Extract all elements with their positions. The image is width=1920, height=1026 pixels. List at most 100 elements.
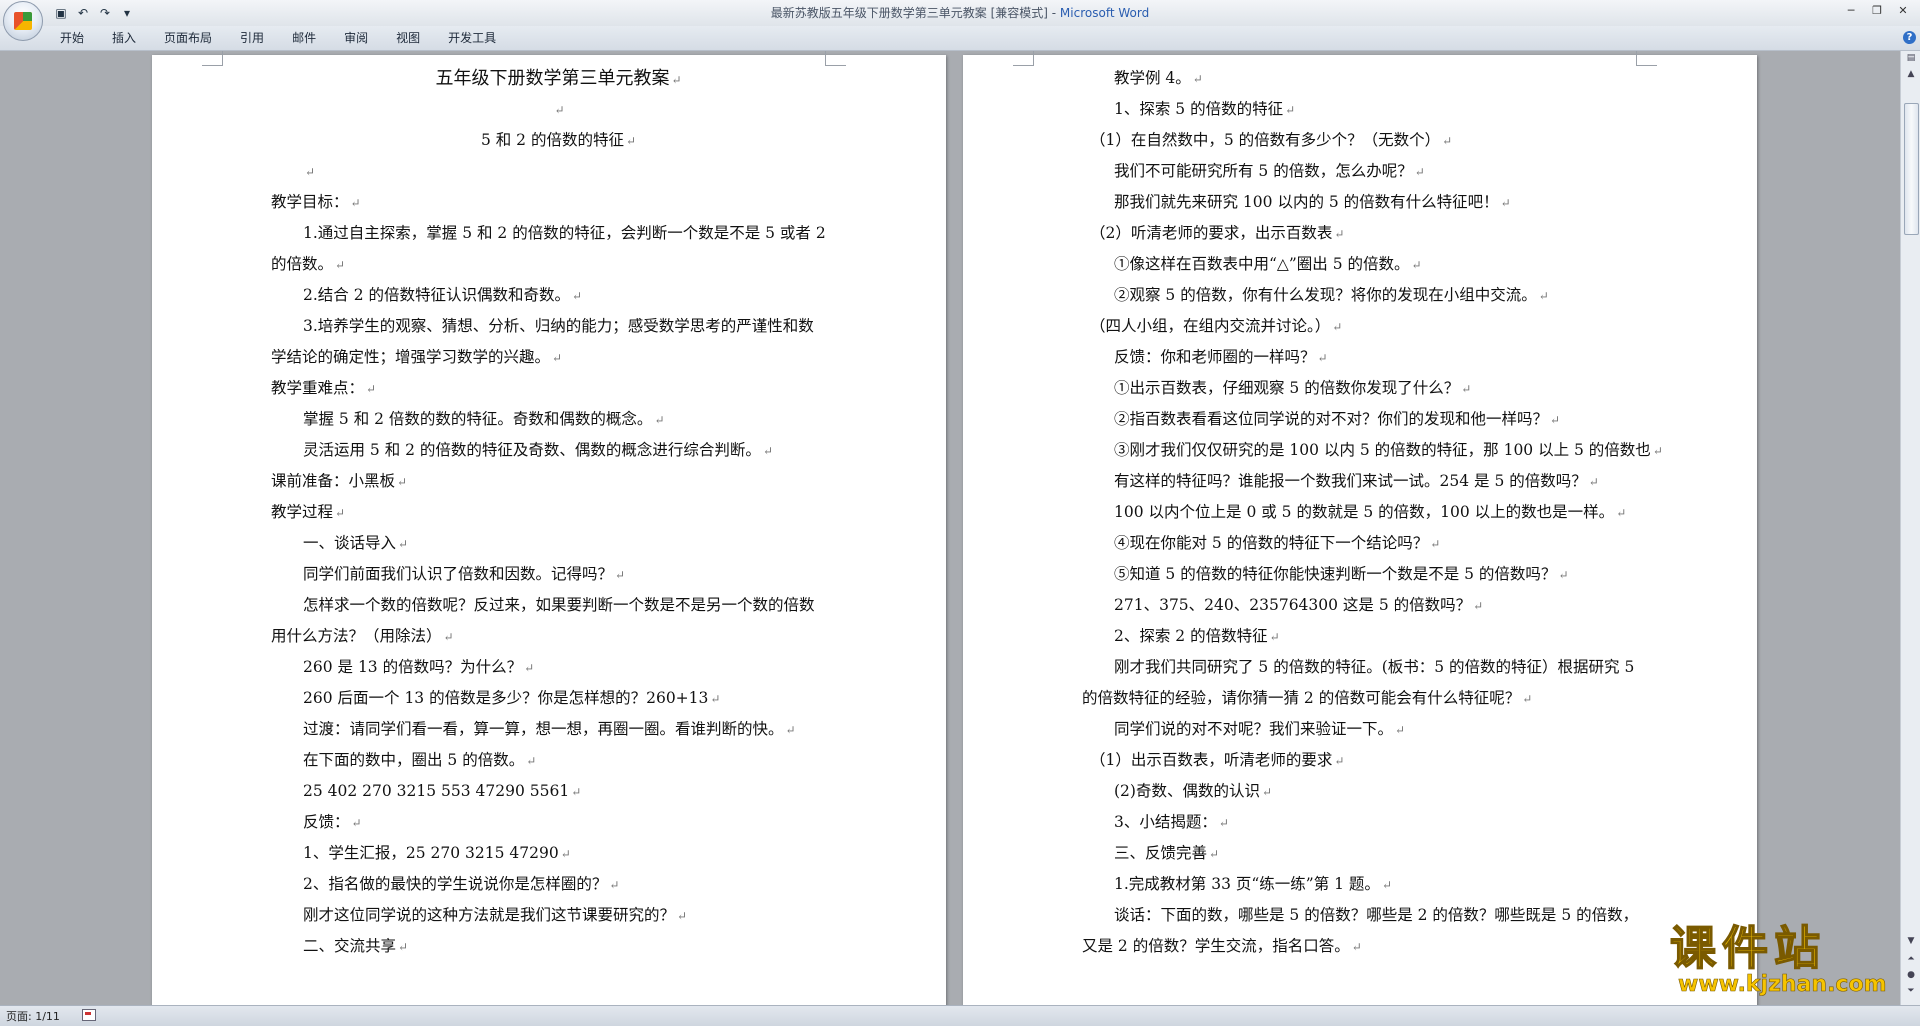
paragraph[interactable]: 三、反馈完善 ↵ (1082, 838, 1657, 869)
paragraph[interactable]: （四人小组，在组内交流并讨论。） ↵ (1082, 311, 1657, 342)
paragraph[interactable]: 的倍数。 ↵ (271, 249, 846, 280)
paragraph[interactable]: 刚才这位同学说的这种方法就是我们这节课要研究的？ ↵ (271, 900, 846, 931)
paragraph[interactable]: 3.培养学生的观察、猜想、分析、归纳的能力；感受数学思考的严谨性和数 (271, 311, 846, 342)
tab-5[interactable]: 审阅 (334, 26, 378, 50)
tab-4[interactable]: 邮件 (282, 26, 326, 50)
paragraph[interactable]: 学结论的确定性；增强学习数学的兴趣。 ↵ (271, 342, 846, 373)
scroll-up-icon[interactable]: ▲ (1904, 69, 1918, 81)
paragraph[interactable]: ⑤知道 5 的倍数的特征你能快速判断一个数是不是 5 的倍数吗？ ↵ (1082, 559, 1657, 590)
paragraph[interactable]: （1）出示百数表，听清老师的要求 ↵ (1082, 745, 1657, 776)
paragraph[interactable]: 100 以内个位上是 0 或 5 的数就是 5 的倍数，100 以上的数也是一样… (1082, 497, 1657, 528)
paragraph[interactable]: 1、学生汇报，25 270 3215 47290 ↵ (271, 838, 846, 869)
paragraph[interactable]: ①出示百数表，仔细观察 5 的倍数你发现了什么？ ↵ (1082, 373, 1657, 404)
paragraph-text: 1.通过自主探索，掌握 5 和 2 的倍数的特征，会判断一个数是不是 5 或者 … (303, 224, 826, 242)
next-page-icon[interactable]: ⏷ (1904, 986, 1918, 998)
paragraph[interactable]: 2.结合 2 的倍数特征认识偶数和奇数。 ↵ (271, 280, 846, 311)
paragraph-mark-icon: ↵ (524, 661, 535, 675)
paragraph[interactable]: 刚才我们共同研究了 5 的倍数的特征。(板书：5 的倍数的特征）根据研究 5 (1082, 652, 1657, 683)
restore-icon[interactable]: ❐ (1864, 2, 1890, 20)
ruler-toggle-icon[interactable]: ▤ (1904, 53, 1918, 65)
scroll-thumb[interactable] (1904, 103, 1919, 235)
paragraph[interactable]: 2、指名做的最快的学生说说你是怎样圈的？ ↵ (271, 869, 846, 900)
office-button[interactable] (3, 1, 43, 41)
paragraph[interactable]: 一、谈话导入 ↵ (271, 528, 846, 559)
paragraph[interactable]: 教学例 4。 ↵ (1082, 63, 1657, 94)
paragraph[interactable]: 教学目标： ↵ (271, 187, 846, 218)
paragraph[interactable]: 同学们前面我们认识了倍数和因数。记得吗？ ↵ (271, 559, 846, 590)
minimize-icon[interactable]: ─ (1838, 2, 1864, 20)
paragraph[interactable]: 过渡：请同学们看一看，算一算，想一想，再圈一圈。看谁判断的快。 ↵ (271, 714, 846, 745)
margin-marker (1013, 51, 1034, 66)
paragraph[interactable]: ②指百数表看看这位同学说的对不对？你们的发现和他一样吗？ ↵ (1082, 404, 1657, 435)
paragraph[interactable]: 271、375、240、235764300 这是 5 的倍数吗？ ↵ (1082, 590, 1657, 621)
help-icon[interactable]: ? (1903, 31, 1916, 44)
paragraph[interactable]: ③刚才我们仅仅研究的是 100 以内 5 的倍数的特征，那 100 以上 5 的… (1082, 435, 1663, 466)
tab-7[interactable]: 开发工具 (438, 26, 506, 50)
paragraph[interactable]: 教学重难点： ↵ (271, 373, 846, 404)
proofing-status-icon[interactable] (82, 1009, 96, 1021)
paragraph[interactable]: 教学过程 ↵ (271, 497, 846, 528)
paragraph-text: 260 后面一个 13 的倍数是多少？你是怎样想的？260+13 (303, 689, 709, 707)
paragraph[interactable]: ④现在你能对 5 的倍数的特征下一个结论吗？ ↵ (1082, 528, 1657, 559)
page-1-text[interactable]: 五年级下册数学第三单元教案 ↵ ↵ 5 和 2 的倍数的特征 ↵ ↵ 教学目标： ↵ 1.通过自… (271, 63, 846, 962)
paragraph[interactable]: 怎样求一个数的倍数呢？反过来，如果要判断一个数是不是另一个数的倍数 (271, 590, 846, 621)
paragraph[interactable]: 的倍数特征的经验，请你猜一猜 2 的倍数可能会有什么特征呢？ ↵ (1082, 683, 1657, 714)
paragraph[interactable]: 灵活运用 5 和 2 的倍数的特征及奇数、偶数的概念进行综合判断。 ↵ (271, 435, 846, 466)
document-page-1[interactable]: 五年级下册数学第三单元教案 ↵ ↵ 5 和 2 的倍数的特征 ↵ ↵ 教学目标： ↵ 1.通过自… (152, 51, 946, 1005)
paragraph[interactable]: ②观察 5 的倍数，你有什么发现？将你的发现在小组中交流。 ↵ (1082, 280, 1657, 311)
paragraph[interactable]: 260 是 13 的倍数吗？为什么？ ↵ (271, 652, 846, 683)
previous-page-icon[interactable]: ⏶ (1904, 954, 1918, 966)
paragraph-text: 用什么方法？（用除法） (271, 627, 442, 645)
paragraph[interactable]: ①像这样在百数表中用“△”圈出 5 的倍数。 ↵ (1082, 249, 1657, 280)
paragraph-text: 5 和 2 的倍数的特征 (480, 131, 624, 149)
paragraph-mark-icon: ↵ (1652, 444, 1663, 458)
tab-3[interactable]: 引用 (230, 26, 274, 50)
page-indicator[interactable]: 页面: 1/11 (6, 1008, 60, 1024)
select-browse-object-icon[interactable]: ● (1904, 970, 1918, 982)
paragraph[interactable]: ↵ (271, 94, 846, 125)
paragraph-mark-icon: ↵ (1285, 103, 1296, 117)
paragraph-mark-icon: ↵ (526, 754, 537, 768)
paragraph[interactable]: 掌握 5 和 2 倍数的数的特征。奇数和偶数的概念。 ↵ (271, 404, 846, 435)
paragraph[interactable]: 有这样的特征吗？谁能报一个数我们来试一试。254 是 5 的倍数吗？ ↵ (1082, 466, 1657, 497)
page-2-text[interactable]: 教学例 4。 ↵ 1、探索 5 的倍数的特征 ↵ （1）在自然数中，5 的倍数有多少个？… (1082, 63, 1663, 962)
paragraph[interactable]: 5 和 2 的倍数的特征 ↵ (271, 125, 846, 156)
paragraph[interactable]: 1.完成教材第 33 页“练一练”第 1 题。 ↵ (1082, 869, 1657, 900)
tab-6[interactable]: 视图 (386, 26, 430, 50)
paragraph-text: 刚才这位同学说的这种方法就是我们这节课要研究的？ (303, 906, 676, 924)
paragraph[interactable]: 在下面的数中，圈出 5 的倍数。 ↵ (271, 745, 846, 776)
paragraph[interactable]: 2、探索 2 的倍数特征 ↵ (1082, 621, 1657, 652)
paragraph[interactable]: 谈话：下面的数，哪些是 5 的倍数？哪些是 2 的倍数？哪些既是 5 的倍数， (1082, 900, 1657, 931)
paragraph[interactable]: 课前准备：小黑板 ↵ (271, 466, 846, 497)
paragraph[interactable]: 二、交流共享 ↵ (271, 931, 846, 962)
document-page-2[interactable]: 教学例 4。 ↵ 1、探索 5 的倍数的特征 ↵ （1）在自然数中，5 的倍数有多少个？… (963, 51, 1757, 1005)
vertical-scrollbar[interactable]: ▤ ▲ ▼ ⏶ ● ⏷ (1900, 51, 1920, 1005)
paragraph[interactable]: 用什么方法？（用除法） ↵ (271, 621, 846, 652)
paragraph[interactable]: 五年级下册数学第三单元教案 ↵ (271, 63, 846, 94)
paragraph[interactable]: 我们不可能研究所有 5 的倍数，怎么办呢？ ↵ (1082, 156, 1657, 187)
paragraph[interactable]: ↵ (271, 156, 846, 187)
paragraph-text: 一、谈话导入 (303, 534, 397, 552)
tab-1[interactable]: 插入 (102, 26, 146, 50)
paragraph-text: 的倍数特征的经验，请你猜一猜 2 的倍数可能会有什么特征呢？ (1082, 689, 1521, 707)
paragraph[interactable]: 1.通过自主探索，掌握 5 和 2 的倍数的特征，会判断一个数是不是 5 或者 … (271, 218, 846, 249)
paragraph[interactable]: 3、小结揭题： ↵ (1082, 807, 1657, 838)
paragraph-text: 又是 2 的倍数？学生交流，指名口答。 (1082, 937, 1350, 955)
paragraph-mark-icon: ↵ (350, 196, 361, 210)
tab-2[interactable]: 页面布局 (154, 26, 222, 50)
paragraph[interactable]: 25 402 270 3215 553 47290 5561 ↵ (271, 776, 846, 807)
paragraph-text: ②观察 5 的倍数，你有什么发现？将你的发现在小组中交流。 (1114, 286, 1537, 304)
paragraph[interactable]: 260 后面一个 13 的倍数是多少？你是怎样想的？260+13 ↵ (271, 683, 846, 714)
paragraph[interactable]: 反馈：你和老师圈的一样吗？ ↵ (1082, 342, 1657, 373)
paragraph[interactable]: (2)奇数、偶数的认识 ↵ (1082, 776, 1657, 807)
paragraph[interactable]: （1）在自然数中，5 的倍数有多少个？（无数个） ↵ (1082, 125, 1657, 156)
paragraph[interactable]: 又是 2 的倍数？学生交流，指名口答。 ↵ (1082, 931, 1657, 962)
paragraph[interactable]: （2）听清老师的要求，出示百数表 ↵ (1082, 218, 1657, 249)
scroll-down-icon[interactable]: ▼ (1904, 936, 1918, 948)
paragraph[interactable]: 那我们就先来研究 100 以内的 5 的倍数有什么特征吧！ ↵ (1082, 187, 1657, 218)
tab-0[interactable]: 开始 (50, 26, 94, 50)
close-icon[interactable]: ✕ (1890, 2, 1916, 20)
paragraph[interactable]: 反馈： ↵ (271, 807, 846, 838)
paragraph[interactable]: 1、探索 5 的倍数的特征 ↵ (1082, 94, 1657, 125)
paragraph[interactable]: 同学们说的对不对呢？我们来验证一下。 ↵ (1082, 714, 1657, 745)
